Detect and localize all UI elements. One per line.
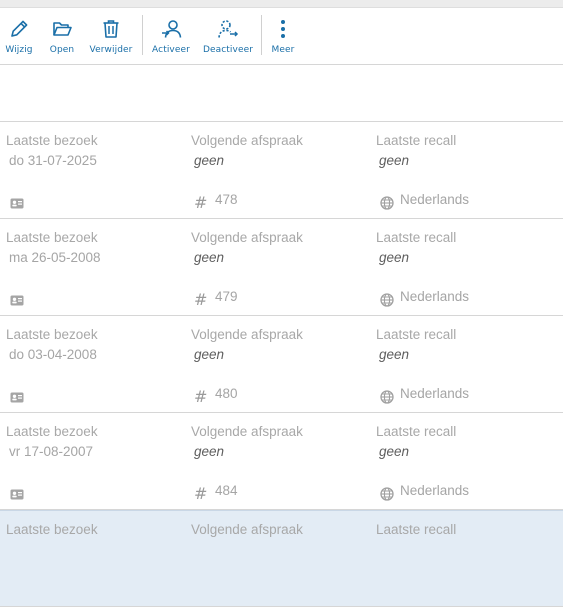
pencil-icon xyxy=(11,20,28,37)
last-visit-label: Laatste bezoek xyxy=(6,327,98,342)
next-appointment-label: Volgende afspraak xyxy=(191,133,303,148)
empty-header-area xyxy=(0,65,563,122)
list-item[interactable]: Laatste bezoek Volgende afspraak Laatste… xyxy=(0,316,563,413)
hash-icon: # xyxy=(194,193,208,212)
next-appointment-label: Volgende afspraak xyxy=(191,522,303,537)
last-recall-label: Laatste recall xyxy=(376,133,457,148)
next-appointment-value: geen xyxy=(194,347,225,362)
last-visit-label: Laatste bezoek xyxy=(6,424,98,439)
language-value: Nederlands xyxy=(400,386,470,401)
patient-number: 478 xyxy=(215,192,238,207)
list-item[interactable]: Laatste bezoek Volgende afspraak Laatste… xyxy=(0,122,563,219)
hash-icon: # xyxy=(194,387,208,406)
next-appointment-value: geen xyxy=(194,250,225,265)
edit-button[interactable]: Wijzig xyxy=(4,15,34,59)
activate-button-label: Activeer xyxy=(152,45,190,55)
last-recall-value: geen xyxy=(379,347,410,362)
next-appointment-label: Volgende afspraak xyxy=(191,327,303,342)
last-recall-label: Laatste recall xyxy=(376,230,457,245)
last-visit-label: Laatste bezoek xyxy=(6,522,98,537)
last-visit-label: Laatste bezoek xyxy=(6,230,98,245)
last-visit-value: vr 17-08-2007 xyxy=(9,444,94,459)
next-appointment-value: geen xyxy=(194,444,225,459)
id-card-icon xyxy=(10,392,24,403)
id-card-icon xyxy=(10,198,24,209)
patient-number: 484 xyxy=(215,483,238,498)
edit-button-label: Wijzig xyxy=(5,45,33,55)
globe-icon xyxy=(380,196,394,210)
toolbar-separator xyxy=(142,15,143,55)
language-value: Nederlands xyxy=(400,289,470,304)
language-value: Nederlands xyxy=(400,483,470,498)
next-appointment-label: Volgende afspraak xyxy=(191,424,303,439)
person-activate-icon xyxy=(162,20,182,38)
last-visit-value: do 03-04-2008 xyxy=(9,347,97,362)
open-button[interactable]: Open xyxy=(48,15,76,59)
activate-button[interactable]: Activeer xyxy=(152,15,190,59)
trash-icon xyxy=(103,20,119,38)
deactivate-button-label: Deactiveer xyxy=(202,45,254,55)
list-item-selected[interactable]: Laatste bezoek Volgende afspraak Laatste… xyxy=(0,510,563,607)
more-button-label: Meer xyxy=(271,45,295,55)
id-card-icon xyxy=(10,489,24,500)
delete-button-label: Verwijder xyxy=(89,45,133,55)
folder-open-icon xyxy=(53,22,72,36)
delete-button[interactable]: Verwijder xyxy=(89,15,133,59)
toolbar: Wijzig Open Verwijder Activeer Deactivee… xyxy=(0,9,563,65)
deactivate-button[interactable]: Deactiveer xyxy=(203,15,253,59)
more-vertical-icon xyxy=(281,20,285,38)
window-top-strip xyxy=(0,0,563,8)
last-recall-value: geen xyxy=(379,153,410,168)
more-button[interactable]: Meer xyxy=(270,15,296,59)
next-appointment-value: geen xyxy=(194,153,225,168)
hash-icon: # xyxy=(194,290,208,309)
toolbar-separator xyxy=(261,15,262,55)
globe-icon xyxy=(380,390,394,404)
last-recall-label: Laatste recall xyxy=(376,522,457,537)
globe-icon xyxy=(380,487,394,501)
open-button-label: Open xyxy=(49,45,75,55)
last-visit-value: do 31-07-2025 xyxy=(9,153,97,168)
person-deactivate-icon xyxy=(218,20,239,38)
patient-number: 480 xyxy=(215,386,238,401)
next-appointment-label: Volgende afspraak xyxy=(191,230,303,245)
last-recall-value: geen xyxy=(379,250,410,265)
last-visit-value: ma 26-05-2008 xyxy=(9,250,101,265)
list-item[interactable]: Laatste bezoek Volgende afspraak Laatste… xyxy=(0,413,563,510)
globe-icon xyxy=(380,293,394,307)
list-item[interactable]: Laatste bezoek Volgende afspraak Laatste… xyxy=(0,219,563,316)
language-value: Nederlands xyxy=(400,192,470,207)
last-recall-label: Laatste recall xyxy=(376,424,457,439)
last-visit-label: Laatste bezoek xyxy=(6,133,98,148)
hash-icon: # xyxy=(194,484,208,503)
last-recall-label: Laatste recall xyxy=(376,327,457,342)
patient-number: 479 xyxy=(215,289,238,304)
last-recall-value: geen xyxy=(379,444,410,459)
id-card-icon xyxy=(10,295,24,306)
